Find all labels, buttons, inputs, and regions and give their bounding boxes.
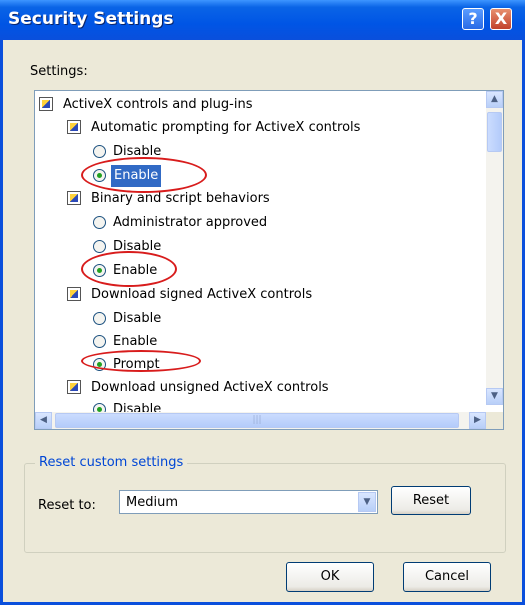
security-category-icon [67,380,81,394]
reset-custom-settings-group: Reset custom settings Reset to: Medium ▼… [24,455,506,553]
arrow-down-icon[interactable]: ▼ [486,388,503,405]
security-category-icon [67,287,81,301]
ok-button[interactable]: OK [286,562,374,592]
security-category-icon [67,120,81,134]
group-legend: Reset custom settings [35,455,188,470]
radio-button[interactable] [93,312,106,325]
scroll-corner [486,412,503,429]
radio-button[interactable] [93,145,106,158]
annotation-circle [81,350,201,372]
reset-to-label: Reset to: [38,498,96,513]
chevron-down-icon[interactable]: ▼ [358,492,376,512]
vertical-scroll-thumb[interactable] [487,112,502,152]
radio-button[interactable] [93,216,106,229]
security-category-icon [39,97,53,111]
vertical-scrollbar[interactable]: ▲ ▼ [486,91,503,405]
settings-tree[interactable]: ActiveX controls and plug-ins Automatic … [34,90,504,430]
radio-button[interactable] [93,335,106,348]
arrow-up-icon[interactable]: ▲ [486,91,503,108]
annotation-circle [81,157,207,193]
help-button[interactable]: ? [462,8,484,30]
reset-level-dropdown[interactable]: Medium ▼ [119,490,378,514]
reset-button[interactable]: Reset [391,486,471,515]
settings-label: Settings: [30,64,88,79]
radio-button[interactable] [93,240,106,253]
security-settings-dialog: Security Settings ? X Settings: ActiveX … [0,0,525,605]
dropdown-value: Medium [126,495,178,510]
horizontal-scroll-thumb[interactable]: ||| [55,413,459,428]
horizontal-scrollbar[interactable]: ◀ ||| ▶ [35,412,486,429]
title-bar[interactable]: Security Settings ? X [0,0,525,40]
cancel-button[interactable]: Cancel [403,562,491,592]
annotation-circle [81,251,177,287]
security-category-icon [67,191,81,205]
arrow-left-icon[interactable]: ◀ [35,412,52,429]
window-title: Security Settings [8,9,174,29]
close-button[interactable]: X [490,8,512,30]
arrow-right-icon[interactable]: ▶ [469,412,486,429]
